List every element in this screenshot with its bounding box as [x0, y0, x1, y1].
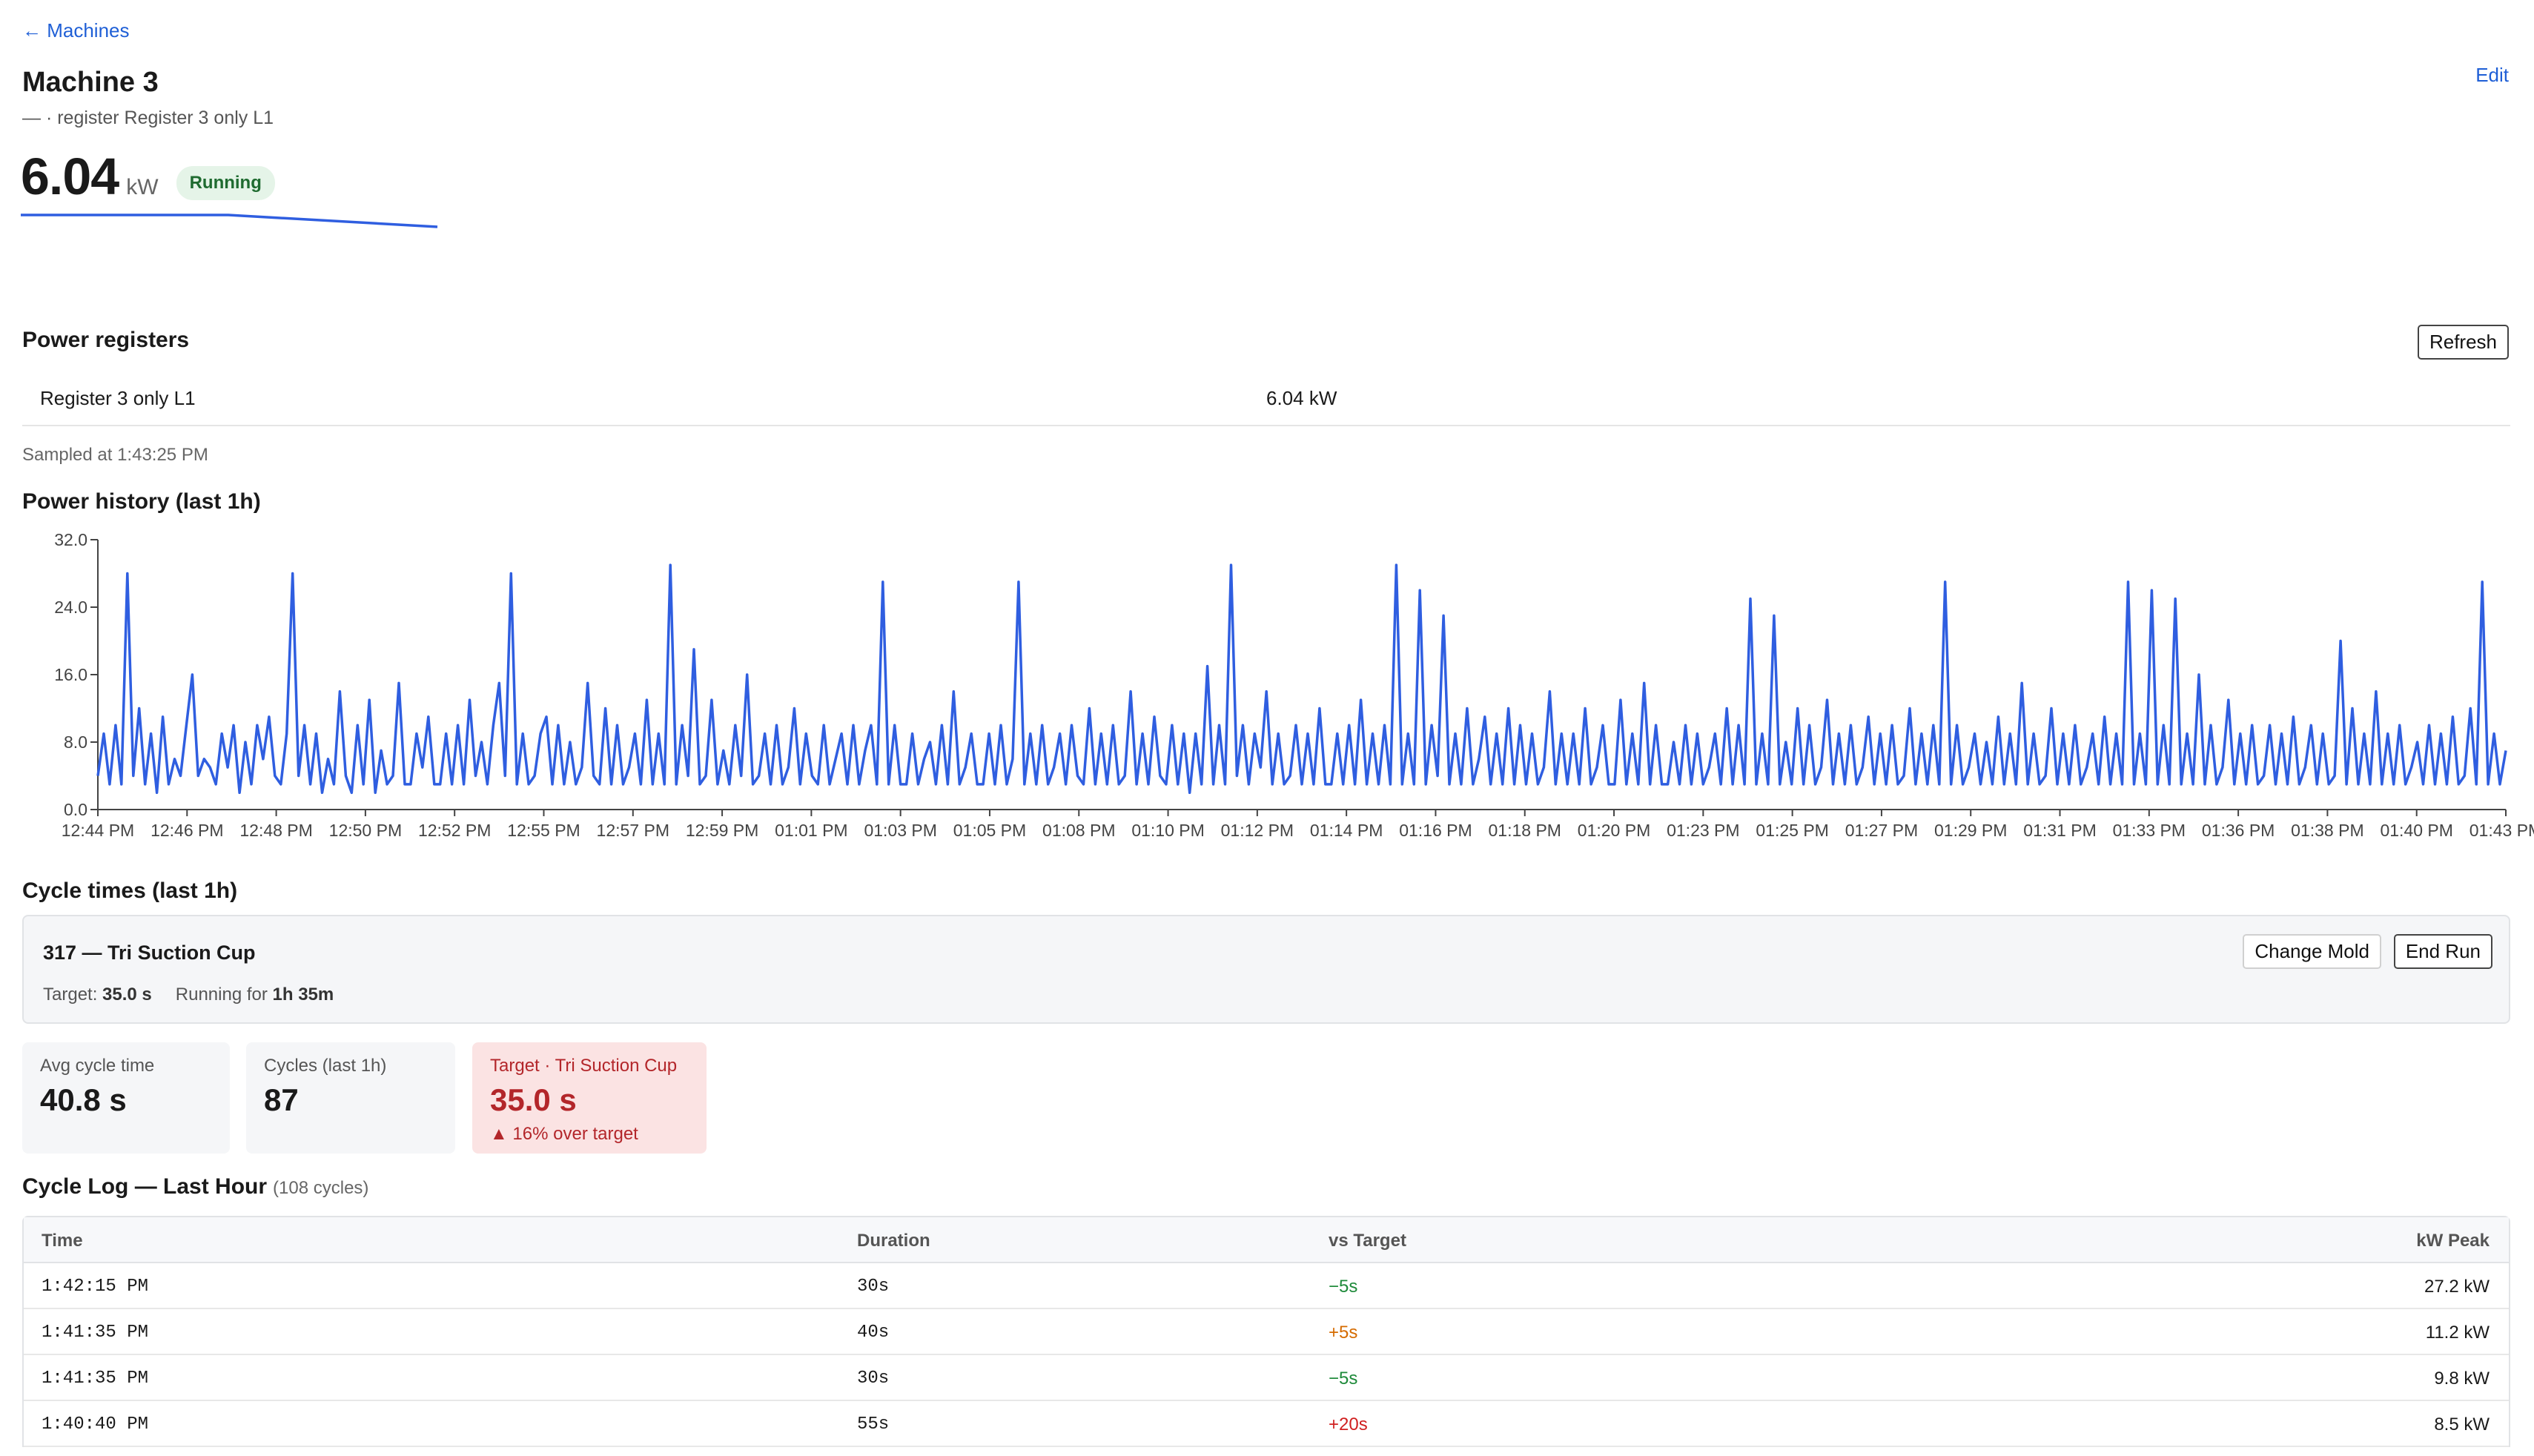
- change-mold-button[interactable]: Change Mold: [2243, 934, 2381, 969]
- row-kw-peak: 8.5 kW: [2434, 1414, 2490, 1435]
- row-duration: 30s: [857, 1369, 890, 1389]
- y-tick-label: 32.0: [54, 530, 87, 549]
- run-meta: Target: 35.0 s Running for 1h 35m: [43, 985, 334, 1005]
- x-tick-label: 01:10 PM: [1131, 821, 1204, 840]
- register-value: 6.04 kW: [1266, 387, 1337, 409]
- power-sparkline: [21, 214, 438, 228]
- y-tick-label: 0.0: [64, 800, 87, 819]
- sampled-timestamp: Sampled at 1:43:25 PM: [22, 445, 208, 465]
- cycle-log-count: (108 cycles): [273, 1178, 369, 1198]
- y-tick-label: 16.0: [54, 665, 87, 684]
- row-time: 1:41:35 PM: [42, 1323, 149, 1343]
- col-kw-peak: kW Peak: [2416, 1231, 2490, 1251]
- cycle-times-title: Cycle times (last 1h): [22, 878, 238, 903]
- x-tick-label: 01:40 PM: [2380, 821, 2452, 840]
- x-tick-label: 01:27 PM: [1845, 821, 1918, 840]
- x-tick-label: 01:31 PM: [2023, 821, 2096, 840]
- row-vs-target: +5s: [1329, 1323, 1358, 1343]
- refresh-button[interactable]: Refresh: [2417, 325, 2509, 360]
- cycles-count-label: Cycles (last 1h): [264, 1056, 387, 1076]
- row-vs-target: −5s: [1329, 1277, 1358, 1297]
- x-tick-label: 01:05 PM: [953, 821, 1026, 840]
- x-tick-label: 12:46 PM: [150, 821, 223, 840]
- x-tick-label: 01:43 PM: [2470, 821, 2534, 840]
- x-tick-label: 01:14 PM: [1310, 821, 1383, 840]
- run-duration: Running for 1h 35m: [175, 985, 334, 1005]
- avg-cycle-value: 40.8 s: [40, 1082, 127, 1117]
- target-card-label: Target · Tri Suction Cup: [490, 1056, 678, 1076]
- active-run-panel: 317 — Tri Suction Cup Target: 35.0 s Run…: [22, 915, 2510, 1024]
- row-duration: 40s: [857, 1323, 890, 1343]
- register-name: Register 3 only L1: [40, 387, 196, 409]
- x-tick-label: 12:50 PM: [329, 821, 402, 840]
- x-tick-label: 01:25 PM: [1756, 821, 1828, 840]
- x-tick-label: 12:55 PM: [507, 821, 580, 840]
- y-tick-label: 24.0: [54, 598, 87, 617]
- current-kw-unit: kW: [126, 175, 159, 199]
- row-duration: 55s: [857, 1414, 890, 1435]
- x-tick-label: 01:01 PM: [775, 821, 847, 840]
- x-tick-label: 01:03 PM: [864, 821, 936, 840]
- x-tick-label: 01:16 PM: [1399, 821, 1472, 840]
- cycles-count-value: 87: [264, 1082, 299, 1117]
- run-title: 317 — Tri Suction Cup: [43, 942, 256, 964]
- power-series-line: [96, 563, 2507, 795]
- row-time: 1:42:15 PM: [42, 1277, 149, 1297]
- row-kw-peak: 9.8 kW: [2434, 1369, 2490, 1389]
- row-time: 1:41:35 PM: [42, 1369, 149, 1389]
- x-tick-label: 12:52 PM: [418, 821, 491, 840]
- back-to-machines-link[interactable]: ← Machines: [22, 19, 130, 42]
- run-target: Target: 35.0 s: [43, 985, 152, 1005]
- register-row: Register 3 only L1 6.04 kW: [22, 378, 2510, 426]
- current-kw-value: 6.04: [21, 148, 119, 205]
- avg-cycle-card: Avg cycle time 40.8 s: [22, 1042, 230, 1154]
- power-history-title: Power history (last 1h): [22, 489, 261, 514]
- x-tick-label: 01:33 PM: [2113, 821, 2186, 840]
- y-tick-label: 8.0: [64, 732, 87, 752]
- x-tick-label: 01:08 PM: [1042, 821, 1115, 840]
- col-time: Time: [42, 1231, 83, 1251]
- row-time: 1:40:40 PM: [42, 1414, 149, 1435]
- power-registers-title: Power registers: [22, 328, 190, 352]
- x-tick-label: 01:36 PM: [2202, 821, 2275, 840]
- target-delta: ▲ 16% over target: [490, 1124, 638, 1144]
- table-row: 1:40:40 PM 55s +20s 8.5 kW: [24, 1401, 2509, 1447]
- x-tick-label: 01:23 PM: [1667, 821, 1739, 840]
- target-card-value: 35.0 s: [490, 1082, 577, 1117]
- row-kw-peak: 27.2 kW: [2424, 1277, 2490, 1297]
- end-run-button[interactable]: End Run: [2393, 934, 2492, 969]
- row-vs-target: +20s: [1329, 1414, 1368, 1435]
- machine-subtitle: — · register Register 3 only L1: [22, 107, 274, 128]
- sparkline-line: [21, 214, 438, 228]
- x-tick-label: 01:20 PM: [1578, 821, 1650, 840]
- row-vs-target: −5s: [1329, 1369, 1358, 1389]
- x-tick-label: 01:18 PM: [1489, 821, 1561, 840]
- current-power: 6.04 kW Running: [21, 147, 275, 206]
- x-tick-label: 12:44 PM: [62, 821, 134, 840]
- x-tick-label: 12:59 PM: [686, 821, 758, 840]
- cycles-count-card: Cycles (last 1h) 87: [246, 1042, 455, 1154]
- power-history-chart: 0.0 8.0 16.0 24.0 32.0 12:44 PM 12:46 PM 12:48 …: [54, 530, 2534, 840]
- x-tick-label: 12:48 PM: [239, 821, 312, 840]
- row-duration: 30s: [857, 1277, 890, 1297]
- col-vs-target: vs Target: [1329, 1231, 1406, 1251]
- target-card: Target · Tri Suction Cup 35.0 s ▲ 16% ov…: [472, 1042, 707, 1154]
- table-header: Time Duration vs Target kW Peak: [24, 1217, 2509, 1263]
- cycle-log-title: Cycle Log — Last Hour (108 cycles): [22, 1174, 369, 1199]
- row-kw-peak: 11.2 kW: [2425, 1323, 2490, 1343]
- table-row: 1:41:35 PM 30s −5s 9.8 kW: [24, 1355, 2509, 1401]
- table-row: 1:42:15 PM 30s −5s 27.2 kW: [24, 1263, 2509, 1309]
- x-tick-label: 12:57 PM: [597, 821, 669, 840]
- col-duration: Duration: [857, 1231, 930, 1251]
- back-link-label: ← Machines: [22, 19, 130, 42]
- table-row: 1:41:35 PM 40s +5s 11.2 kW: [24, 1309, 2509, 1355]
- x-tick-label: 01:38 PM: [2291, 821, 2363, 840]
- avg-cycle-label: Avg cycle time: [40, 1056, 155, 1076]
- page-title: Machine 3: [22, 67, 159, 98]
- x-tick-label: 01:12 PM: [1221, 821, 1294, 840]
- cycle-log-table: Time Duration vs Target kW Peak 1:42:15 …: [22, 1216, 2510, 1447]
- x-tick-label: 01:29 PM: [1934, 821, 2007, 840]
- edit-link[interactable]: Edit: [2475, 64, 2509, 87]
- status-badge: Running: [176, 166, 275, 200]
